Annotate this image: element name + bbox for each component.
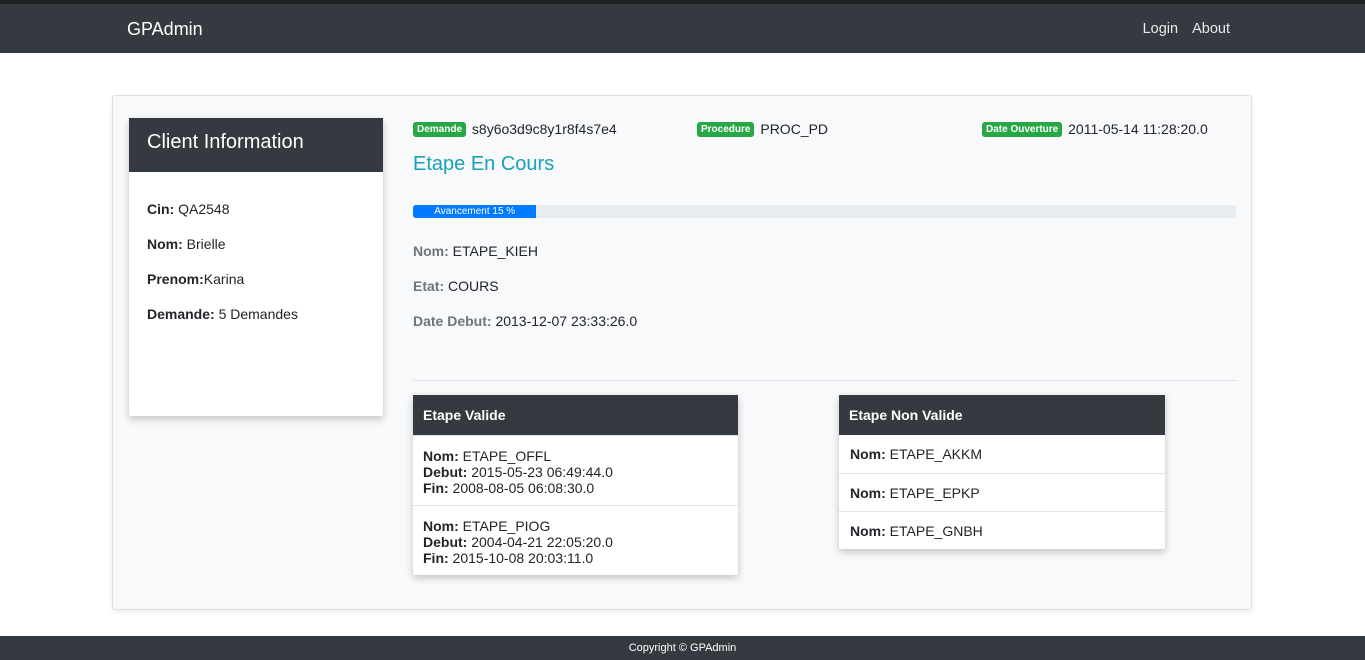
etape-etat-value: COURS (448, 278, 499, 294)
client-cin: Cin: QA2548 (147, 192, 365, 227)
procedure-value: PROC_PD (760, 121, 829, 137)
demande-value: s8y6o3d9c8y1r8f4s7e4 (471, 121, 617, 137)
etape-valide-title: Etape Valide (413, 395, 738, 435)
list-item: Nom: ETAPE_OFFL Debut: 2015-05-23 06:49:… (413, 435, 738, 505)
valid-fin-value: 2015-10-08 20:03:11.0 (452, 550, 594, 566)
valid-fin-value: 2008-08-05 06:08:30.0 (452, 480, 595, 496)
client-demande-label: Demande: (147, 306, 215, 322)
list-item: Nom: ETAPE_AKKM (839, 435, 1165, 473)
brand-link[interactable]: GPAdmin (127, 19, 203, 40)
demande-detail-card: Client Information Cin: QA2548 Nom: Brie… (112, 95, 1252, 610)
progress-bar: Avancement 15 % (413, 205, 537, 218)
client-nom: Nom: Brielle (147, 227, 365, 262)
etape-date-debut: Date Debut: 2013-12-07 23:33:26.0 (413, 313, 637, 329)
nonvalid-nom-label: Nom: (850, 485, 886, 501)
nonvalid-nom-value: ETAPE_AKKM (889, 446, 982, 462)
etape-en-cours-title: Etape En Cours (413, 153, 555, 175)
client-prenom-value: Karina (203, 271, 245, 287)
list-item: Nom: ETAPE_EPKP (839, 473, 1165, 511)
nonvalid-nom-value: ETAPE_EPKP (889, 485, 980, 501)
list-item: Nom: ETAPE_GNBH (839, 511, 1165, 549)
client-nom-value: Brielle (182, 236, 226, 252)
valid-nom-label: Nom: (423, 448, 459, 464)
etape-etat: Etat: COURS (413, 278, 499, 294)
procedure-badge: Procedure (697, 122, 755, 137)
progress-track: Avancement 15 % (413, 205, 1236, 218)
client-information-title: Client Information (129, 118, 383, 172)
valid-nom-value: ETAPE_OFFL (462, 448, 552, 464)
valid-nom-label: Nom: (423, 518, 459, 534)
nonvalid-nom-value: ETAPE_GNBH (889, 523, 983, 539)
client-prenom: Prenom:Karina (147, 262, 365, 297)
date-ouverture-value: 2011-05-14 11:28:20.0 (1068, 121, 1208, 137)
valid-fin-label: Fin: (423, 550, 449, 566)
client-nom-label: Nom: (147, 236, 183, 252)
nonvalid-nom-label: Nom: (850, 446, 886, 462)
list-item: Nom: ETAPE_PIOG Debut: 2004-04-21 22:05:… (413, 505, 738, 575)
demande-meta: Demande s8y6o3d9c8y1r8f4s7e4 (413, 121, 617, 137)
valid-debut-value: 2015-05-23 06:49:44.0 (471, 464, 613, 480)
etape-date-debut-label: Date Debut: (413, 313, 492, 329)
valid-debut-label: Debut: (423, 464, 468, 480)
about-link[interactable]: About (1192, 21, 1230, 37)
client-prenom-label: Prenom: (147, 271, 204, 287)
valid-nom-value: ETAPE_PIOG (462, 518, 551, 534)
procedure-meta: Procedure PROC_PD (697, 121, 828, 137)
valid-debut-label: Debut: (423, 534, 468, 550)
client-demande-value: 5 Demandes (214, 306, 298, 322)
client-information-body: Cin: QA2548 Nom: Brielle Prenom:Karina D… (129, 172, 383, 352)
etape-non-valide-card: Etape Non Valide Nom: ETAPE_AKKM Nom: ET… (839, 395, 1165, 549)
client-cin-label: Cin: (147, 201, 175, 217)
demande-badge: Demande (413, 122, 467, 137)
etape-nom-value: ETAPE_KIEH (452, 243, 538, 259)
client-cin-value: QA2548 (174, 201, 230, 217)
top-navbar: GPAdmin Login About (0, 0, 1365, 53)
section-divider (413, 380, 1236, 381)
footer: Copyright © GPAdmin (0, 636, 1365, 660)
nav-links: Login About (1143, 21, 1230, 37)
etape-date-debut-value: 2013-12-07 23:33:26.0 (495, 313, 638, 329)
etape-valide-card: Etape Valide Nom: ETAPE_OFFL Debut: 2015… (413, 395, 738, 575)
login-link[interactable]: Login (1143, 21, 1178, 37)
valid-debut-value: 2004-04-21 22:05:20.0 (471, 534, 613, 550)
date-ouverture-meta: Date Ouverture 2011-05-14 11:28:20.0 (982, 121, 1208, 137)
etape-etat-label: Etat: (413, 278, 445, 294)
etape-nom-label: Nom: (413, 243, 449, 259)
client-information-card: Client Information Cin: QA2548 Nom: Brie… (129, 118, 383, 416)
nonvalid-nom-label: Nom: (850, 523, 886, 539)
client-demande: Demande: 5 Demandes (147, 297, 365, 332)
etape-non-valide-title: Etape Non Valide (839, 395, 1165, 435)
etape-nom: Nom: ETAPE_KIEH (413, 243, 538, 259)
date-ouverture-badge: Date Ouverture (982, 122, 1063, 137)
valid-fin-label: Fin: (423, 480, 449, 496)
